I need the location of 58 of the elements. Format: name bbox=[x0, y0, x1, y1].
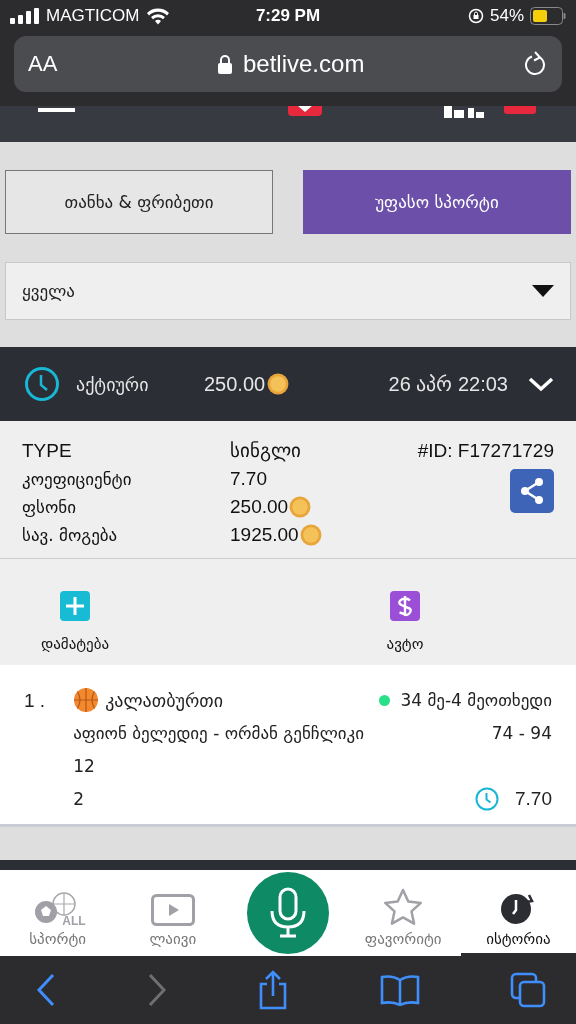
sport-name: კალათბურთი bbox=[105, 689, 223, 711]
wifi-icon bbox=[145, 7, 170, 25]
match-teams: აფიონ ბელედიე - ორმან გენჩლიკი bbox=[73, 723, 364, 743]
chevron-icon[interactable] bbox=[528, 376, 554, 392]
tab[interactable]: თანხა & ფრიბეთი bbox=[5, 170, 273, 234]
detail-label: TYPE bbox=[22, 439, 73, 462]
basketball-icon bbox=[73, 687, 100, 713]
carrier-name: MAGTICOM bbox=[46, 6, 140, 26]
bookmarks-icon[interactable] bbox=[379, 974, 420, 1006]
detail-label: ფსონი bbox=[22, 497, 77, 517]
detail-value: 250.00 bbox=[230, 496, 289, 518]
filter-dropdown[interactable]: ყველა bbox=[5, 262, 571, 320]
auto-button[interactable]: ავტო bbox=[330, 581, 480, 653]
play-icon bbox=[150, 894, 195, 926]
pick-name: 2 bbox=[73, 789, 84, 809]
dollar-icon bbox=[390, 591, 420, 621]
address-bar[interactable]: AA betlive.com bbox=[14, 36, 562, 92]
bet-date: 26 აპრ 22:03 bbox=[388, 372, 508, 396]
text-size-button[interactable]: AA bbox=[28, 51, 58, 77]
plus-icon bbox=[60, 591, 90, 621]
match-period: 34 მე-4 მეოთხედი bbox=[400, 690, 552, 710]
tabs-icon[interactable] bbox=[510, 972, 546, 1008]
share-icon[interactable] bbox=[257, 970, 289, 1010]
detail-value: 7.70 bbox=[230, 468, 267, 490]
coin-icon bbox=[267, 373, 290, 395]
odds-value: 7.70 bbox=[515, 788, 552, 810]
add-button[interactable]: დამატება bbox=[0, 581, 150, 653]
battery-percent: 54% bbox=[489, 6, 524, 26]
back-icon[interactable] bbox=[36, 973, 56, 1007]
clock-icon bbox=[24, 366, 60, 402]
battery-icon bbox=[530, 7, 566, 25]
microphone-icon bbox=[268, 887, 308, 939]
match-score: 74 - 94 bbox=[491, 723, 552, 743]
bet-status: აქტიური bbox=[76, 373, 150, 395]
tab[interactable]: უფასო სპორტი bbox=[303, 170, 571, 234]
reload-icon[interactable] bbox=[524, 51, 548, 77]
logo-icon[interactable] bbox=[287, 106, 322, 116]
rotation-lock-icon bbox=[467, 8, 484, 24]
detail-value: 1925.00 bbox=[230, 524, 299, 546]
url-text: betlive.com bbox=[243, 50, 365, 78]
live-dot-icon bbox=[379, 694, 391, 706]
detail-label: კოეფიციენტი bbox=[22, 469, 133, 489]
market-name: 12 bbox=[73, 756, 95, 776]
bet-header[interactable]: აქტიური 250.00 26 აპრ 22:03 bbox=[0, 347, 576, 421]
detail-label: სავ. მოგება bbox=[22, 525, 119, 545]
clock-icon bbox=[475, 787, 499, 811]
bet-amount: 250.00 bbox=[204, 372, 266, 396]
lock-icon bbox=[217, 54, 233, 74]
all-label: ALL bbox=[62, 914, 86, 928]
star-icon bbox=[383, 888, 424, 926]
caret-icon bbox=[532, 285, 554, 297]
bet-id: #ID: F17271729 bbox=[417, 439, 554, 462]
signal-icon bbox=[10, 8, 40, 24]
share-icon[interactable] bbox=[510, 469, 554, 513]
forward-icon[interactable] bbox=[146, 973, 167, 1007]
clock-time: 7:29 PM bbox=[255, 6, 321, 26]
detail-value: სინგლი bbox=[230, 439, 301, 462]
selection-number: 1 . bbox=[24, 689, 46, 713]
